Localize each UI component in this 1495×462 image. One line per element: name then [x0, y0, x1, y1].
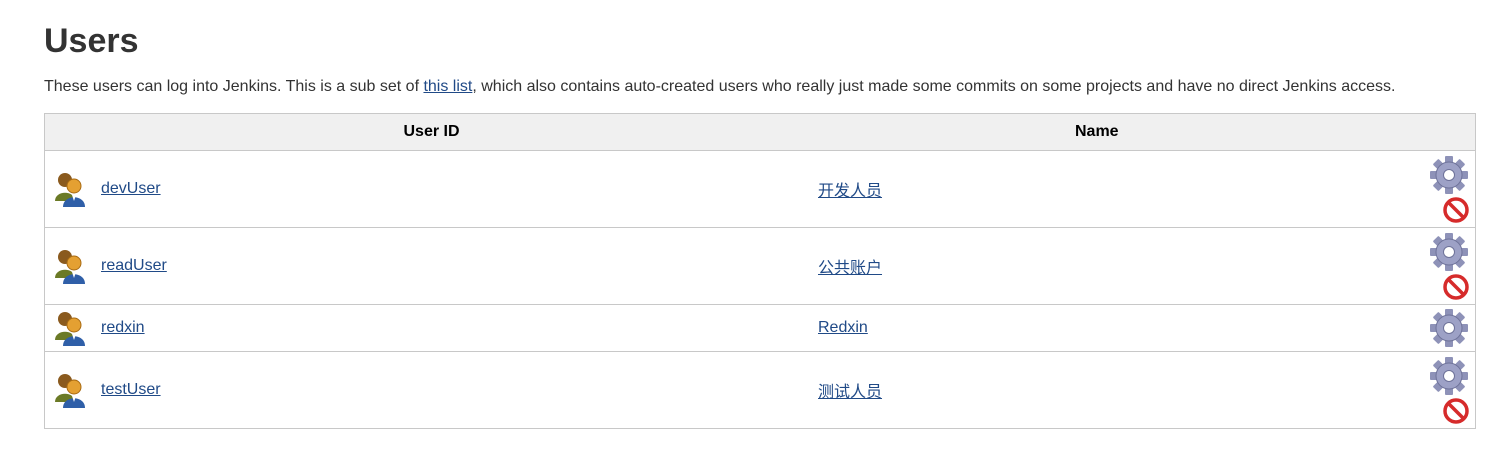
user-id-cell: readUser — [44, 227, 818, 305]
row-actions — [1409, 232, 1469, 300]
table-row: readUser 公共账户 — [44, 227, 1476, 305]
delete-icon[interactable] — [1443, 197, 1469, 223]
gear-icon[interactable] — [1429, 356, 1469, 396]
delete-icon[interactable] — [1443, 274, 1469, 300]
user-name-cell: 测试人员 — [818, 351, 1409, 429]
gear-icon[interactable] — [1429, 308, 1469, 348]
this-list-link[interactable]: this list — [423, 78, 472, 95]
user-name-cell: 开发人员 — [818, 150, 1409, 228]
user-id-link[interactable]: readUser — [101, 257, 167, 275]
actions-cell — [1409, 150, 1476, 228]
user-id-link[interactable]: redxin — [101, 319, 145, 337]
row-actions — [1409, 356, 1469, 424]
user-id-wrapper: devUser — [45, 171, 818, 207]
gear-icon[interactable] — [1429, 155, 1469, 195]
user-icon — [55, 374, 85, 408]
user-icon — [55, 250, 85, 284]
row-actions — [1409, 155, 1469, 223]
row-actions — [1409, 308, 1469, 348]
user-id-wrapper: testUser — [45, 372, 818, 408]
page-title: Users — [44, 22, 139, 60]
description-text-before: These users can log into Jenkins. This i… — [44, 78, 424, 95]
column-header-user-id: User ID — [44, 113, 818, 151]
user-name-link[interactable]: 开发人员 — [818, 183, 882, 200]
delete-icon[interactable] — [1443, 398, 1469, 424]
user-id-link[interactable]: devUser — [101, 180, 161, 198]
table-row: redxin Redxin — [44, 304, 1476, 352]
users-table: User ID Name devUser 开发人员 readUser 公共账户 redx… — [44, 113, 1476, 429]
page-description: These users can log into Jenkins. This i… — [44, 77, 1395, 97]
user-name-link[interactable]: Redxin — [818, 319, 868, 336]
actions-cell — [1409, 304, 1476, 352]
user-id-wrapper: readUser — [45, 248, 818, 284]
gear-icon[interactable] — [1429, 232, 1469, 272]
user-name-cell: Redxin — [818, 304, 1409, 352]
user-id-link[interactable]: testUser — [101, 381, 161, 399]
user-name-link[interactable]: 测试人员 — [818, 384, 882, 401]
user-id-cell: devUser — [44, 150, 818, 228]
actions-cell — [1409, 351, 1476, 429]
table-header-row: User ID Name — [44, 113, 1476, 151]
table-row: devUser 开发人员 — [44, 150, 1476, 228]
table-row: testUser 测试人员 — [44, 351, 1476, 429]
users-page: Users These users can log into Jenkins. … — [0, 0, 1495, 462]
user-icon — [55, 312, 85, 346]
user-name-cell: 公共账户 — [818, 227, 1409, 305]
user-id-wrapper: redxin — [45, 310, 818, 346]
description-text-after: , which also contains auto-created users… — [472, 78, 1396, 95]
actions-cell — [1409, 227, 1476, 305]
user-name-link[interactable]: 公共账户 — [818, 260, 882, 277]
user-id-cell: testUser — [44, 351, 818, 429]
user-id-cell: redxin — [44, 304, 818, 352]
column-header-name: Name — [818, 113, 1476, 151]
user-icon — [55, 173, 85, 207]
